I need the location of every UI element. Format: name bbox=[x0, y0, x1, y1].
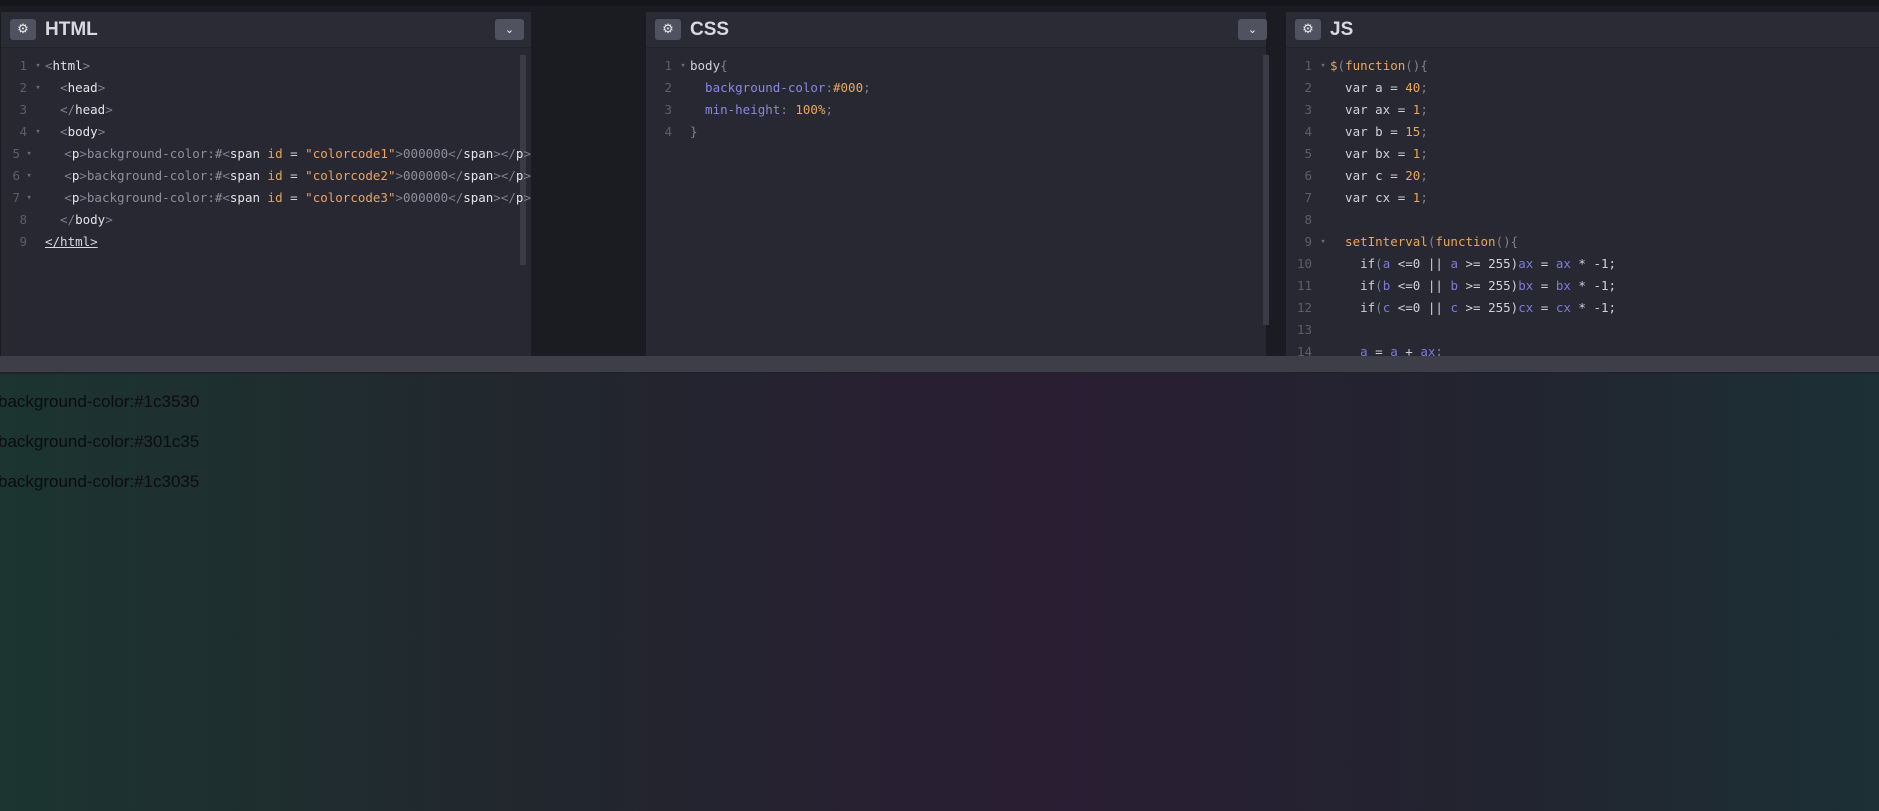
code-line: 12 if(c <=0 || c >= 255) cx = cx * -1; bbox=[1296, 300, 1617, 315]
code-line: 1 ▾ $(function(){ bbox=[1304, 58, 1428, 73]
js-panel: ⚙ JS 1 ▾ $(function(){ 2 var a = 40; 3 var… bbox=[1285, 12, 1879, 362]
code-line: 11 if(b <=0 || b >= 255) bx = bx * -1; bbox=[1296, 278, 1617, 293]
code-line: 1 ▾ body{ bbox=[664, 58, 728, 73]
css-panel-title: CSS bbox=[690, 18, 730, 40]
code-line: 10 if(a <=0 || a >= 255) ax = ax * -1; bbox=[1296, 256, 1617, 271]
preview-line-2: background-color:#301c35 bbox=[0, 432, 200, 451]
js-code-editor[interactable]: 1 ▾ $(function(){ 2 var a = 40; 3 var ax =… bbox=[1286, 55, 1879, 363]
code-line: 3 var ax = 1; bbox=[1304, 102, 1428, 117]
code-line: 6 ▾ < p > background-color:# < span id = "colo… bbox=[12, 168, 531, 183]
preview-line-3: background-color:#1c3035 bbox=[0, 472, 200, 491]
preview-line-1: background-color:#1c3530 bbox=[0, 392, 200, 411]
code-line: 2 var a = 40; bbox=[1304, 80, 1428, 95]
html-panel: ⚙ HTML ⌄ 1 ▾ < html > 2 ▾ < head > 3 </head > 4 ▾… bbox=[0, 12, 531, 362]
code-line: 9 </html> bbox=[19, 234, 98, 249]
code-line: 4 var b = 15; bbox=[1304, 124, 1428, 139]
code-line: 4 ▾ < body > bbox=[19, 124, 106, 139]
code-line: 5 var bx = 1; bbox=[1304, 146, 1428, 161]
chevron-down-icon[interactable]: ⌄ bbox=[495, 19, 524, 40]
editor-area: ⚙ HTML ⌄ 1 ▾ < html > 2 ▾ < head > 3 </head > 4 ▾… bbox=[0, 0, 1879, 362]
gear-icon[interactable]: ⚙ bbox=[1295, 19, 1321, 40]
css-panel-header: ⚙ CSS ⌄ bbox=[646, 12, 1267, 48]
html-panel-header: ⚙ HTML ⌄ bbox=[1, 12, 531, 48]
code-line: 6 var c = 20; bbox=[1304, 168, 1428, 183]
code-line: 8 </body > bbox=[19, 212, 113, 227]
js-panel-title: JS bbox=[1330, 18, 1354, 40]
code-line: 13 bbox=[1296, 322, 1312, 337]
js-panel-header: ⚙ JS bbox=[1286, 12, 1879, 48]
code-line: 7 ▾ < p > background-color:# < span id = "colo… bbox=[12, 190, 531, 205]
resize-handle[interactable] bbox=[0, 356, 1879, 374]
code-line: 5 ▾ < p > background-color:# < span id = "colo… bbox=[12, 146, 531, 161]
code-line: 3 </head > bbox=[19, 102, 113, 117]
code-line: 2 ▾ < head > bbox=[19, 80, 106, 95]
code-line: 1 ▾ < html > bbox=[19, 58, 91, 73]
css-panel: ⚙ CSS ⌄ 1 ▾ body{ 2 background-color: #000;… bbox=[645, 12, 1269, 362]
html-panel-title: HTML bbox=[45, 18, 98, 40]
css-code-editor[interactable]: 1 ▾ body{ 2 background-color: #000; 3 min-h… bbox=[646, 55, 1266, 143]
result-preview: background-color:#1c3530 background-colo… bbox=[0, 374, 1879, 811]
code-line: 4} bbox=[664, 124, 698, 139]
code-line: 2 background-color: #000; bbox=[664, 80, 871, 95]
chevron-down-icon[interactable]: ⌄ bbox=[1238, 19, 1267, 40]
gear-icon[interactable]: ⚙ bbox=[655, 19, 681, 40]
html-code-editor[interactable]: 1 ▾ < html > 2 ▾ < head > 3 </head > 4 ▾ < body > 5… bbox=[1, 55, 531, 253]
code-line: 9 ▾ setInterval(function(){ bbox=[1304, 234, 1519, 249]
code-line: 3 min-height: 100%; bbox=[664, 102, 834, 117]
code-line: 8 bbox=[1304, 212, 1312, 227]
gear-icon[interactable]: ⚙ bbox=[10, 19, 36, 40]
code-line: 7 var cx = 1; bbox=[1304, 190, 1428, 205]
